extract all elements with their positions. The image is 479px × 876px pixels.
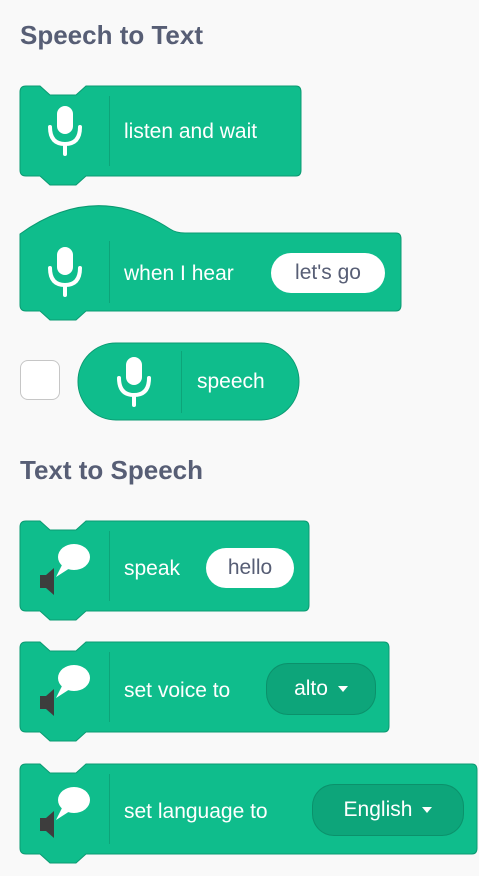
speech-checkbox[interactable] [20, 360, 60, 400]
speak-text-input[interactable]: hello [206, 548, 294, 588]
language-value: English [343, 798, 413, 821]
set-voice-label: set voice to [124, 679, 231, 702]
block-separator [109, 241, 110, 303]
category-title-text-to-speech: Text to Speech [20, 455, 204, 485]
speech-reporter-block[interactable]: speech [77, 342, 300, 421]
microphone-icon [38, 102, 92, 160]
block-separator [109, 531, 110, 601]
chevron-down-icon [422, 807, 433, 814]
speaker-speech-icon [34, 535, 96, 597]
set-language-block[interactable]: set language to English [19, 763, 478, 864]
microphone-icon [107, 353, 161, 411]
listen-and-wait-label: listen and wait [124, 120, 258, 143]
speak-label: speak [124, 557, 181, 580]
set-voice-block[interactable]: set voice to alto [19, 641, 390, 742]
voice-value: alto [294, 677, 328, 700]
chevron-down-icon [337, 686, 348, 693]
voice-dropdown[interactable]: alto [266, 663, 376, 715]
block-separator [109, 96, 110, 166]
when-i-hear-label: when I hear [124, 262, 234, 285]
phrase-input[interactable]: let's go [271, 253, 385, 293]
speaker-speech-icon [34, 656, 96, 718]
block-separator [181, 351, 182, 413]
language-dropdown[interactable]: English [312, 784, 464, 836]
microphone-icon [38, 243, 92, 301]
block-separator [109, 774, 110, 844]
speech-label: speech [197, 370, 265, 393]
block-separator [109, 652, 110, 722]
when-i-hear-block[interactable]: when I hear let's go [19, 205, 402, 324]
category-title-speech-to-text: Speech to Text [20, 20, 204, 50]
speak-block[interactable]: speak hello [19, 520, 310, 621]
listen-and-wait-block[interactable]: listen and wait [19, 85, 302, 186]
speaker-speech-icon [34, 778, 96, 840]
set-language-label: set language to [124, 800, 268, 823]
